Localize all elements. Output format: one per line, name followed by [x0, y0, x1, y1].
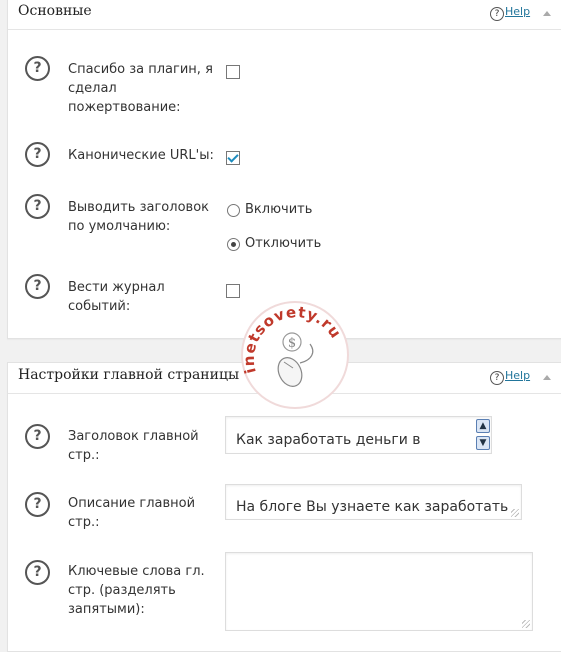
watermark-svg: inetsovety.ru $: [240, 301, 349, 409]
home-title-textarea[interactable]: Как заработать деньги в ▲ ▼: [225, 416, 492, 454]
enable-radio-label[interactable]: Включить: [245, 202, 312, 217]
question-circle-icon[interactable]: ?: [25, 56, 50, 81]
event-log-label: Вести журнал событий:: [68, 280, 165, 314]
question-circle-icon[interactable]: ?: [25, 194, 50, 219]
question-circle-icon[interactable]: ?: [25, 142, 50, 167]
question-circle-icon[interactable]: ?: [25, 492, 50, 517]
donation-label: Спасибо за плагин, я сделал пожертвовани…: [68, 62, 213, 115]
watermark-logo: inetsovety.ru $: [240, 300, 350, 410]
donation-checkbox[interactable]: [226, 65, 240, 79]
section-title: Настройки главной страницы: [18, 367, 240, 383]
help-link[interactable]: Help: [505, 5, 530, 18]
collapse-arrow-icon[interactable]: [543, 11, 551, 16]
home-keywords-textarea[interactable]: [225, 552, 533, 631]
question-circle-icon[interactable]: ?: [25, 274, 50, 299]
canonical-urls-checkbox[interactable]: [226, 151, 240, 165]
help-icon: ?: [490, 371, 504, 385]
home-keywords-label: Ключевые слова гл. стр. (разделять запят…: [68, 564, 205, 617]
disable-radio[interactable]: [227, 238, 240, 251]
home-title-value: Как заработать деньги в: [236, 432, 421, 448]
dollar-symbol: $: [288, 336, 296, 351]
home-description-value: На блоге Вы узнаете как заработать: [236, 499, 509, 515]
box-header: Основные ? Help: [8, 0, 561, 30]
main-settings-box: Основные ? Help ? Спасибо за плагин, я с…: [7, 0, 561, 339]
enable-radio[interactable]: [227, 204, 240, 217]
event-log-checkbox[interactable]: [226, 284, 240, 298]
default-title-label: Выводить заголовок по умолчанию:: [68, 200, 209, 234]
question-circle-icon[interactable]: ?: [25, 560, 50, 585]
resize-grip-icon[interactable]: [522, 620, 530, 628]
canonical-urls-label: Канонические URL'ы:: [68, 148, 214, 163]
scroll-down-icon[interactable]: ▼: [476, 436, 490, 450]
question-circle-icon[interactable]: ?: [25, 424, 50, 449]
collapse-arrow-icon[interactable]: [543, 375, 551, 380]
scroll-up-icon[interactable]: ▲: [476, 419, 490, 433]
home-title-label: Заголовок главной стр.:: [68, 429, 199, 463]
home-description-textarea[interactable]: На блоге Вы узнаете как заработать: [225, 484, 522, 520]
home-description-label: Описание главной стр.:: [68, 496, 196, 530]
section-title: Основные: [18, 3, 92, 19]
help-icon: ?: [490, 7, 504, 21]
disable-radio-label[interactable]: Отключить: [245, 236, 321, 251]
help-link[interactable]: Help: [505, 369, 530, 382]
resize-grip-icon[interactable]: [511, 509, 519, 517]
